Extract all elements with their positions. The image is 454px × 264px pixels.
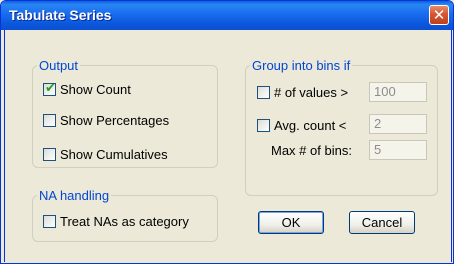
show-count-checkbox[interactable]: ✔ Show Count [43,80,131,98]
cancel-button[interactable]: Cancel [349,211,415,234]
avg-count-checkbox[interactable]: Avg. count < [257,116,346,134]
num-values-field[interactable]: 100 [369,82,427,102]
close-icon: ✕ [432,6,446,24]
treat-nas-label: Treat NAs as category [60,213,189,229]
output-legend: Output [39,58,79,73]
window-title: Tabulate Series [9,7,112,23]
max-bins-field[interactable]: 5 [369,140,427,160]
show-cumulatives-label: Show Cumulatives [60,146,168,162]
close-button[interactable]: ✕ [429,5,449,25]
avg-count-field[interactable]: 2 [369,114,427,134]
checkbox-icon [43,113,56,127]
num-values-checkbox[interactable]: # of values > [257,83,348,101]
show-percentages-label: Show Percentages [60,112,170,128]
checkbox-icon [257,118,270,132]
ok-button[interactable]: OK [258,211,324,234]
avg-count-label: Avg. count < [274,117,347,133]
checkbox-icon [43,214,56,228]
treat-nas-checkbox[interactable]: Treat NAs as category [43,212,189,230]
bins-legend: Group into bins if [252,58,351,73]
dialog-window: Tabulate Series ✕ Output ✔ Show Count Sh… [0,0,454,264]
dialog-body: Output ✔ Show Count Show Percentages Sho… [4,30,452,262]
max-bins-label: Max # of bins: [271,143,352,158]
checkbox-checked-icon: ✔ [43,79,56,96]
na-legend: NA handling [39,188,110,203]
checkbox-icon [257,85,270,99]
show-percentages-checkbox[interactable]: Show Percentages [43,111,169,129]
checkbox-icon [43,147,56,161]
title-bar[interactable]: Tabulate Series ✕ [1,1,453,30]
show-count-label: Show Count [60,81,131,97]
show-cumulatives-checkbox[interactable]: Show Cumulatives [43,145,168,163]
num-values-label: # of values > [274,84,349,100]
